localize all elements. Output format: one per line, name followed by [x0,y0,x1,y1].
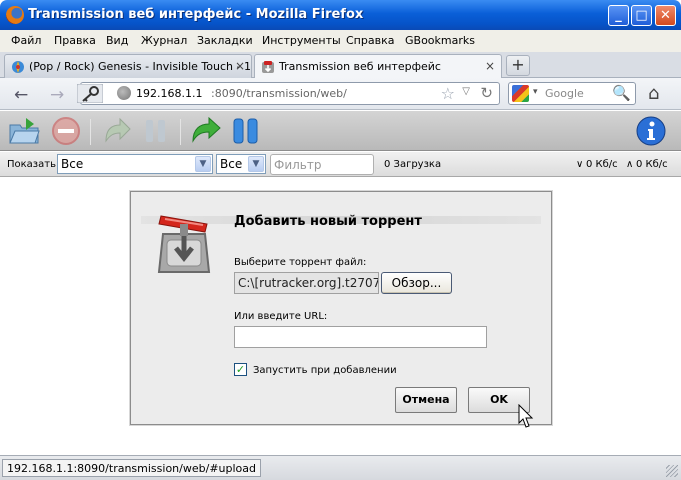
torrent-url-input[interactable] [234,326,487,348]
back-button[interactable]: ← [14,85,28,105]
window-titlebar: Transmission веб интерфейс - Mozilla Fir… [0,0,681,30]
resume-all-icon[interactable] [190,115,222,147]
menu-file[interactable]: Файл [11,34,41,47]
key-icon[interactable] [77,84,103,103]
menu-edit[interactable]: Правка [54,34,96,47]
menu-view[interactable]: Вид [106,34,128,47]
upload-speed: 0 Кб/с [636,159,668,170]
menu-bookmarks[interactable]: Закладки [197,34,253,47]
url-host: 192.168.1.1 [136,87,203,100]
tab-genesis[interactable]: (Pop / Rock) Genesis - Invisible Touch -… [4,54,252,78]
close-window-button[interactable]: ✕ [655,5,676,26]
download-count: 0 Загрузка [384,159,442,170]
filter-bar: Показать Все ▼ Все ▼ Фильтр 0 Загрузка ∨… [0,152,681,177]
search-icon[interactable]: 🔍 [612,84,631,102]
show-label: Показать [7,159,56,170]
tab-close-icon[interactable]: × [235,59,245,73]
file-path-field[interactable]: C:\[rutracker.org].t27072 [234,272,379,294]
transmission-logo-icon [157,215,211,273]
firefox-logo-icon [6,6,24,24]
cancel-button[interactable]: Отмена [395,387,457,413]
status-text: 192.168.1.1:8090/transmission/web/#uploa… [2,459,261,477]
tracker-filter-select[interactable]: Все ▼ [216,154,266,174]
open-torrent-icon[interactable] [8,115,40,147]
minimize-button[interactable]: _ [608,5,629,26]
download-speed-icon: ∨ [576,159,584,170]
remove-torrent-icon[interactable] [50,115,82,147]
search-bar[interactable]: ▾ Google 🔍 [508,82,636,105]
menu-help[interactable]: Справка [346,34,394,47]
status-bar: 192.168.1.1:8090/transmission/web/#uploa… [0,455,681,480]
info-icon[interactable] [635,115,667,147]
mouse-cursor-icon [518,404,534,428]
autostart-label: Запустить при добавлении [253,365,397,376]
menu-tools[interactable]: Инструменты [262,34,341,47]
url-bar[interactable]: 192.168.1.1 :8090/transmission/web/ ☆ ▽ … [77,82,500,105]
autostart-checkbox[interactable]: ✓ [234,363,247,376]
tab-label: (Pop / Rock) Genesis - Invisible Touch -… [29,60,252,73]
download-speed: 0 Кб/с [586,159,618,170]
transmission-favicon-icon [262,61,274,73]
tab-bar: (Pop / Rock) Genesis - Invisible Touch -… [0,52,681,79]
window-title: Transmission веб интерфейс - Mozilla Fir… [28,7,364,22]
navigation-bar: ← → 192.168.1.1 :8090/transmission/web/ … [0,78,681,110]
menu-history[interactable]: Журнал [141,34,187,47]
toolbar-separator [180,119,181,145]
history-dropdown-icon[interactable]: ▽ [462,86,470,97]
chevron-down-icon[interactable]: ▼ [195,156,211,172]
tracker-filter-value: Все [220,157,243,171]
transmission-toolbar [0,111,681,151]
filter-input[interactable]: Фильтр [270,154,374,175]
resize-grip-icon[interactable] [666,465,678,477]
toolbar-separator [90,119,91,145]
forward-button[interactable]: → [50,85,64,105]
resume-torrent-icon[interactable] [100,115,132,147]
tab-transmission[interactable]: Transmission веб интерфейс × [254,54,502,79]
file-path-value: C:\[rutracker.org].t27072 [238,276,379,290]
search-engine-arrow-icon[interactable]: ▾ [533,87,538,97]
url-label: Или введите URL: [234,311,328,322]
bookmark-star-icon[interactable]: ☆ [441,84,455,103]
state-filter-value: Все [61,157,84,171]
favicon-icon [12,61,24,73]
menu-gbookmarks[interactable]: GBookmarks [405,34,475,47]
add-torrent-dialog: Добавить новый торрент Выберите торрент … [130,191,552,425]
dialog-title: Добавить новый торрент [234,214,422,229]
pause-torrent-icon[interactable] [140,115,172,147]
browse-button[interactable]: Обзор... [381,272,452,294]
url-path: :8090/transmission/web/ [211,87,347,100]
file-label: Выберите торрент файл: [234,257,367,268]
tab-close-icon[interactable]: × [485,59,495,73]
pause-all-icon[interactable] [230,115,262,147]
new-tab-button[interactable]: + [506,55,530,76]
chevron-down-icon[interactable]: ▼ [248,156,264,172]
filter-placeholder: Фильтр [274,158,322,172]
google-icon[interactable] [512,85,529,102]
state-filter-select[interactable]: Все ▼ [57,154,213,174]
home-button[interactable]: ⌂ [648,83,659,104]
reload-icon[interactable]: ↻ [480,84,493,102]
upload-speed-icon: ∧ [626,159,634,170]
search-input[interactable]: Google [545,87,584,100]
globe-icon [117,86,131,100]
menu-bar: Файл Правка Вид Журнал Закладки Инструме… [0,30,681,52]
tab-label: Transmission веб интерфейс [279,60,441,73]
maximize-button[interactable]: □ [631,5,652,26]
